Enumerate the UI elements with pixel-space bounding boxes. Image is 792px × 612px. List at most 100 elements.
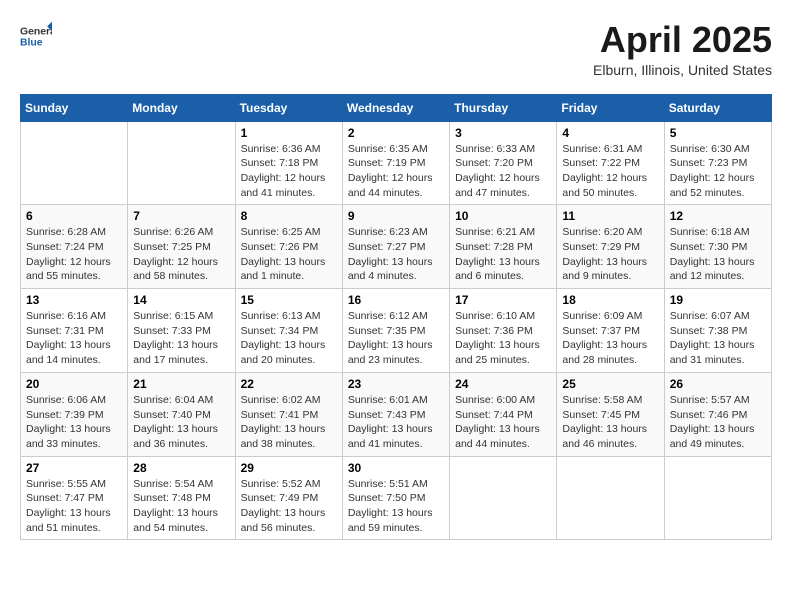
calendar-cell: 5 Sunrise: 6:30 AMSunset: 7:23 PMDaylight… [664, 121, 771, 205]
day-info: Sunrise: 6:04 AMSunset: 7:40 PMDaylight:… [133, 393, 229, 452]
calendar-cell: 12 Sunrise: 6:18 AMSunset: 7:30 PMDayligh… [664, 205, 771, 289]
calendar-cell: 23 Sunrise: 6:01 AMSunset: 7:43 PMDayligh… [342, 372, 449, 456]
calendar-cell [21, 121, 128, 205]
day-number: 29 [241, 461, 337, 475]
calendar-cell: 4 Sunrise: 6:31 AMSunset: 7:22 PMDaylight… [557, 121, 664, 205]
calendar-cell: 8Sunrise: 6:25 AMSunset: 7:26 PMDaylight… [235, 205, 342, 289]
day-info: Sunrise: 6:16 AMSunset: 7:31 PMDaylight:… [26, 309, 122, 368]
day-number: 8 [241, 209, 337, 223]
calendar-cell: 21 Sunrise: 6:04 AMSunset: 7:40 PMDayligh… [128, 372, 235, 456]
day-number: 4 [562, 126, 658, 140]
calendar-week-1: 1 Sunrise: 6:36 AMSunset: 7:18 PMDaylight… [21, 121, 772, 205]
day-info: Sunrise: 6:36 AMSunset: 7:18 PMDaylight:… [241, 142, 337, 201]
day-number: 9 [348, 209, 444, 223]
day-info: Sunrise: 6:31 AMSunset: 7:22 PMDaylight:… [562, 142, 658, 201]
day-number: 23 [348, 377, 444, 391]
day-info: Sunrise: 6:02 AMSunset: 7:41 PMDaylight:… [241, 393, 337, 452]
calendar-cell: 20 Sunrise: 6:06 AMSunset: 7:39 PMDayligh… [21, 372, 128, 456]
calendar-week-4: 20 Sunrise: 6:06 AMSunset: 7:39 PMDayligh… [21, 372, 772, 456]
day-info: Sunrise: 6:30 AMSunset: 7:23 PMDaylight:… [670, 142, 766, 201]
weekday-header-thursday: Thursday [450, 94, 557, 121]
day-number: 20 [26, 377, 122, 391]
day-number: 11 [562, 209, 658, 223]
calendar-week-2: 6 Sunrise: 6:28 AMSunset: 7:24 PMDaylight… [21, 205, 772, 289]
calendar-cell: 11 Sunrise: 6:20 AMSunset: 7:29 PMDayligh… [557, 205, 664, 289]
day-info: Sunrise: 5:54 AMSunset: 7:48 PMDaylight:… [133, 477, 229, 536]
day-info: Sunrise: 6:13 AMSunset: 7:34 PMDaylight:… [241, 309, 337, 368]
month-title: April 2025 [593, 20, 772, 60]
calendar-table: SundayMondayTuesdayWednesdayThursdayFrid… [20, 94, 772, 541]
weekday-header-row: SundayMondayTuesdayWednesdayThursdayFrid… [21, 94, 772, 121]
calendar-cell: 9 Sunrise: 6:23 AMSunset: 7:27 PMDaylight… [342, 205, 449, 289]
calendar-cell: 17 Sunrise: 6:10 AMSunset: 7:36 PMDayligh… [450, 289, 557, 373]
calendar-cell: 15 Sunrise: 6:13 AMSunset: 7:34 PMDayligh… [235, 289, 342, 373]
day-info: Sunrise: 6:12 AMSunset: 7:35 PMDaylight:… [348, 309, 444, 368]
day-info: Sunrise: 5:51 AMSunset: 7:50 PMDaylight:… [348, 477, 444, 536]
day-number: 18 [562, 293, 658, 307]
calendar-cell: 13 Sunrise: 6:16 AMSunset: 7:31 PMDayligh… [21, 289, 128, 373]
day-number: 13 [26, 293, 122, 307]
day-number: 16 [348, 293, 444, 307]
day-info: Sunrise: 6:26 AMSunset: 7:25 PMDaylight:… [133, 225, 229, 284]
calendar-cell: 29 Sunrise: 5:52 AMSunset: 7:49 PMDayligh… [235, 456, 342, 540]
day-info: Sunrise: 5:55 AMSunset: 7:47 PMDaylight:… [26, 477, 122, 536]
day-number: 2 [348, 126, 444, 140]
calendar-cell: 14 Sunrise: 6:15 AMSunset: 7:33 PMDayligh… [128, 289, 235, 373]
weekday-header-friday: Friday [557, 94, 664, 121]
day-number: 17 [455, 293, 551, 307]
calendar-cell: 7 Sunrise: 6:26 AMSunset: 7:25 PMDaylight… [128, 205, 235, 289]
day-info: Sunrise: 6:23 AMSunset: 7:27 PMDaylight:… [348, 225, 444, 284]
calendar-cell: 3 Sunrise: 6:33 AMSunset: 7:20 PMDaylight… [450, 121, 557, 205]
day-number: 26 [670, 377, 766, 391]
weekday-header-sunday: Sunday [21, 94, 128, 121]
calendar-cell [128, 121, 235, 205]
calendar-cell: 25Sunrise: 5:58 AMSunset: 7:45 PMDayligh… [557, 372, 664, 456]
svg-text:General: General [20, 26, 52, 37]
day-info: Sunrise: 6:20 AMSunset: 7:29 PMDaylight:… [562, 225, 658, 284]
title-block: April 2025 Elburn, Illinois, United Stat… [593, 20, 772, 78]
day-number: 12 [670, 209, 766, 223]
calendar-body: 1 Sunrise: 6:36 AMSunset: 7:18 PMDaylight… [21, 121, 772, 540]
calendar-cell: 19Sunrise: 6:07 AMSunset: 7:38 PMDayligh… [664, 289, 771, 373]
day-number: 1 [241, 126, 337, 140]
weekday-header-monday: Monday [128, 94, 235, 121]
day-info: Sunrise: 6:01 AMSunset: 7:43 PMDaylight:… [348, 393, 444, 452]
day-info: Sunrise: 5:58 AMSunset: 7:45 PMDaylight:… [562, 393, 658, 452]
day-number: 3 [455, 126, 551, 140]
calendar-cell: 1 Sunrise: 6:36 AMSunset: 7:18 PMDaylight… [235, 121, 342, 205]
day-info: Sunrise: 6:09 AMSunset: 7:37 PMDaylight:… [562, 309, 658, 368]
calendar-cell: 22Sunrise: 6:02 AMSunset: 7:41 PMDayligh… [235, 372, 342, 456]
calendar-cell [557, 456, 664, 540]
calendar-cell: 27 Sunrise: 5:55 AMSunset: 7:47 PMDayligh… [21, 456, 128, 540]
calendar-cell: 18 Sunrise: 6:09 AMSunset: 7:37 PMDayligh… [557, 289, 664, 373]
day-number: 28 [133, 461, 229, 475]
day-number: 6 [26, 209, 122, 223]
day-info: Sunrise: 6:06 AMSunset: 7:39 PMDaylight:… [26, 393, 122, 452]
day-info: Sunrise: 5:57 AMSunset: 7:46 PMDaylight:… [670, 393, 766, 452]
day-info: Sunrise: 6:28 AMSunset: 7:24 PMDaylight:… [26, 225, 122, 284]
calendar-cell: 28 Sunrise: 5:54 AMSunset: 7:48 PMDayligh… [128, 456, 235, 540]
day-info: Sunrise: 5:52 AMSunset: 7:49 PMDaylight:… [241, 477, 337, 536]
svg-text:Blue: Blue [20, 38, 43, 49]
day-info: Sunrise: 6:10 AMSunset: 7:36 PMDaylight:… [455, 309, 551, 368]
day-info: Sunrise: 6:18 AMSunset: 7:30 PMDaylight:… [670, 225, 766, 284]
calendar-cell: 24 Sunrise: 6:00 AMSunset: 7:44 PMDayligh… [450, 372, 557, 456]
day-number: 24 [455, 377, 551, 391]
weekday-header-tuesday: Tuesday [235, 94, 342, 121]
day-number: 21 [133, 377, 229, 391]
day-info: Sunrise: 6:07 AMSunset: 7:38 PMDaylight:… [670, 309, 766, 368]
day-number: 14 [133, 293, 229, 307]
day-info: Sunrise: 6:33 AMSunset: 7:20 PMDaylight:… [455, 142, 551, 201]
day-number: 5 [670, 126, 766, 140]
day-number: 27 [26, 461, 122, 475]
day-number: 15 [241, 293, 337, 307]
day-number: 7 [133, 209, 229, 223]
calendar-cell: 30Sunrise: 5:51 AMSunset: 7:50 PMDayligh… [342, 456, 449, 540]
calendar-cell: 10Sunrise: 6:21 AMSunset: 7:28 PMDayligh… [450, 205, 557, 289]
day-info: Sunrise: 6:15 AMSunset: 7:33 PMDaylight:… [133, 309, 229, 368]
day-info: Sunrise: 6:00 AMSunset: 7:44 PMDaylight:… [455, 393, 551, 452]
calendar-cell: 2Sunrise: 6:35 AMSunset: 7:19 PMDaylight… [342, 121, 449, 205]
calendar-week-5: 27 Sunrise: 5:55 AMSunset: 7:47 PMDayligh… [21, 456, 772, 540]
weekday-header-wednesday: Wednesday [342, 94, 449, 121]
calendar-cell: 26 Sunrise: 5:57 AMSunset: 7:46 PMDayligh… [664, 372, 771, 456]
